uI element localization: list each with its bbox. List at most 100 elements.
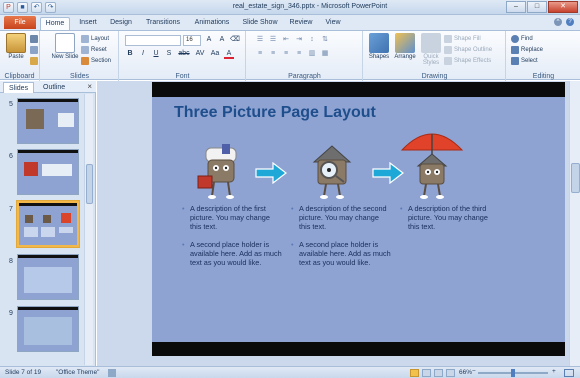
font-name-box[interactable] — [125, 35, 181, 46]
underline-button[interactable]: U — [151, 49, 161, 59]
house-umbrella-image[interactable] — [398, 124, 466, 204]
bullets-icon[interactable]: ☰ — [255, 35, 265, 45]
smartart-icon[interactable]: ▦ — [320, 49, 330, 59]
text-direction-icon[interactable]: ⇅ — [320, 35, 330, 45]
tab-transitions[interactable]: Transitions — [140, 17, 186, 30]
increase-indent-icon[interactable]: ⇥ — [294, 35, 304, 45]
slide-thumbnail-9[interactable] — [17, 306, 79, 352]
reading-view-icon[interactable] — [434, 369, 443, 377]
justify-icon[interactable]: ≡ — [294, 49, 304, 59]
reset-button[interactable]: Reset — [81, 45, 107, 55]
thumb-number: 9 — [9, 310, 13, 317]
arrange-label: Arrange — [394, 54, 416, 60]
shapes-button[interactable]: Shapes — [366, 33, 392, 60]
thumb-number: 7 — [9, 206, 13, 213]
clear-formatting-icon[interactable]: ⌫ — [230, 35, 240, 45]
redo-icon[interactable]: ↷ — [45, 2, 56, 13]
select-button[interactable]: Select — [511, 56, 538, 66]
italic-button[interactable]: I — [138, 49, 148, 59]
new-slide-button[interactable]: New Slide — [51, 33, 79, 60]
tab-outline[interactable]: Outline — [38, 82, 70, 93]
panel-scroll-thumb[interactable] — [86, 164, 93, 204]
arrange-button[interactable]: Arrange — [392, 33, 418, 60]
help-icon[interactable]: ? — [566, 18, 574, 26]
slide-thumbnail-5[interactable] — [17, 98, 79, 144]
tab-slides[interactable]: Slides — [3, 82, 35, 93]
line-spacing-icon[interactable]: ↕ — [307, 35, 317, 45]
column-3-text[interactable]: A description of the third picture. You … — [400, 204, 500, 240]
tab-view[interactable]: View — [320, 17, 346, 30]
char-spacing-button[interactable]: AV — [194, 49, 206, 59]
panel-scrollbar[interactable] — [84, 94, 93, 365]
replace-button[interactable]: Replace — [511, 45, 543, 55]
ribbon-right-controls: ^ ? — [554, 18, 574, 26]
align-left-icon[interactable]: ≡ — [255, 49, 265, 59]
shape-fill-button[interactable]: Shape Fill — [444, 34, 481, 44]
minimize-ribbon-icon[interactable]: ^ — [554, 18, 562, 26]
house-handyman-image[interactable] — [192, 140, 252, 202]
strikethrough-button[interactable]: abc — [177, 49, 191, 59]
tab-home[interactable]: Home — [40, 17, 70, 30]
fit-slide-icon[interactable] — [564, 369, 574, 377]
numbering-icon[interactable]: ☰ — [268, 35, 278, 45]
tab-review[interactable]: Review — [286, 17, 316, 30]
slide-title[interactable]: Three Picture Page Layout — [174, 104, 376, 122]
minimize-button[interactable]: – — [506, 1, 526, 13]
slide-sorter-icon[interactable] — [422, 369, 431, 377]
spellcheck-icon[interactable] — [108, 369, 116, 377]
close-button[interactable]: ✕ — [548, 1, 578, 13]
file-tab[interactable]: File — [4, 16, 36, 29]
tab-insert[interactable]: Insert — [74, 17, 102, 30]
shape-effects-button[interactable]: Shape Effects — [444, 56, 491, 66]
layout-button[interactable]: Layout — [81, 34, 109, 44]
column-1-text[interactable]: A description of the first picture. You … — [182, 204, 282, 276]
zoom-slider[interactable] — [478, 369, 548, 377]
zoom-in-icon[interactable]: + — [552, 368, 556, 375]
tab-slide-show[interactable]: Slide Show — [238, 17, 282, 30]
paste-button[interactable]: Paste — [3, 33, 29, 60]
find-icon — [511, 35, 519, 43]
font-size-box[interactable]: 16 — [183, 35, 201, 46]
slide-thumbnail-7[interactable] — [16, 200, 80, 248]
zoom-slider-knob[interactable] — [511, 369, 515, 377]
maximize-button[interactable]: □ — [527, 1, 547, 13]
column-2-text[interactable]: A description of the second picture. You… — [291, 204, 391, 276]
slide-canvas[interactable]: Three Picture Page Layout • A descriptio… — [152, 82, 565, 356]
section-button[interactable]: Section — [81, 56, 111, 66]
ribbon: Paste Clipboard New Slide Layout Reset S… — [0, 30, 580, 81]
vertical-scroll-thumb[interactable] — [571, 163, 580, 193]
close-panel-icon[interactable]: × — [87, 82, 92, 91]
save-icon[interactable]: ■ — [17, 2, 28, 13]
columns-icon[interactable]: ▥ — [307, 49, 317, 59]
copy-button[interactable] — [30, 45, 38, 55]
change-case-button[interactable]: Aa — [209, 49, 221, 59]
format-painter-button[interactable] — [30, 56, 38, 66]
new-slide-icon — [55, 33, 75, 53]
zoom-level[interactable]: 66% — [459, 369, 472, 376]
shadow-button[interactable]: S — [164, 49, 174, 59]
font-color-button[interactable]: A — [224, 49, 234, 59]
vertical-scrollbar[interactable] — [569, 81, 580, 366]
decrease-indent-icon[interactable]: ⇤ — [281, 35, 291, 45]
bold-button[interactable]: B — [125, 49, 135, 59]
slide-thumbnail-8[interactable] — [17, 254, 79, 300]
reset-label: Reset — [91, 47, 107, 53]
find-button[interactable]: Find — [511, 34, 533, 44]
shape-effects-label: Shape Effects — [454, 58, 492, 64]
house-magnifier-image[interactable] — [302, 142, 362, 202]
powerpoint-logo-icon[interactable]: P — [3, 2, 14, 13]
tab-animations[interactable]: Animations — [190, 17, 234, 30]
normal-view-icon[interactable] — [410, 369, 419, 377]
align-center-icon[interactable]: ≡ — [268, 49, 278, 59]
shrink-font-icon[interactable]: A — [217, 35, 227, 45]
zoom-out-icon[interactable]: − — [472, 368, 476, 375]
cut-button[interactable] — [30, 34, 38, 44]
tab-design[interactable]: Design — [106, 17, 136, 30]
undo-icon[interactable]: ↶ — [31, 2, 42, 13]
slideshow-view-icon[interactable] — [446, 369, 455, 377]
grow-font-icon[interactable]: A — [204, 35, 214, 45]
quick-styles-button[interactable]: Quick Styles — [418, 33, 444, 66]
align-right-icon[interactable]: ≡ — [281, 49, 291, 59]
shape-outline-button[interactable]: Shape Outline — [444, 45, 492, 55]
slide-thumbnail-6[interactable] — [17, 149, 79, 195]
